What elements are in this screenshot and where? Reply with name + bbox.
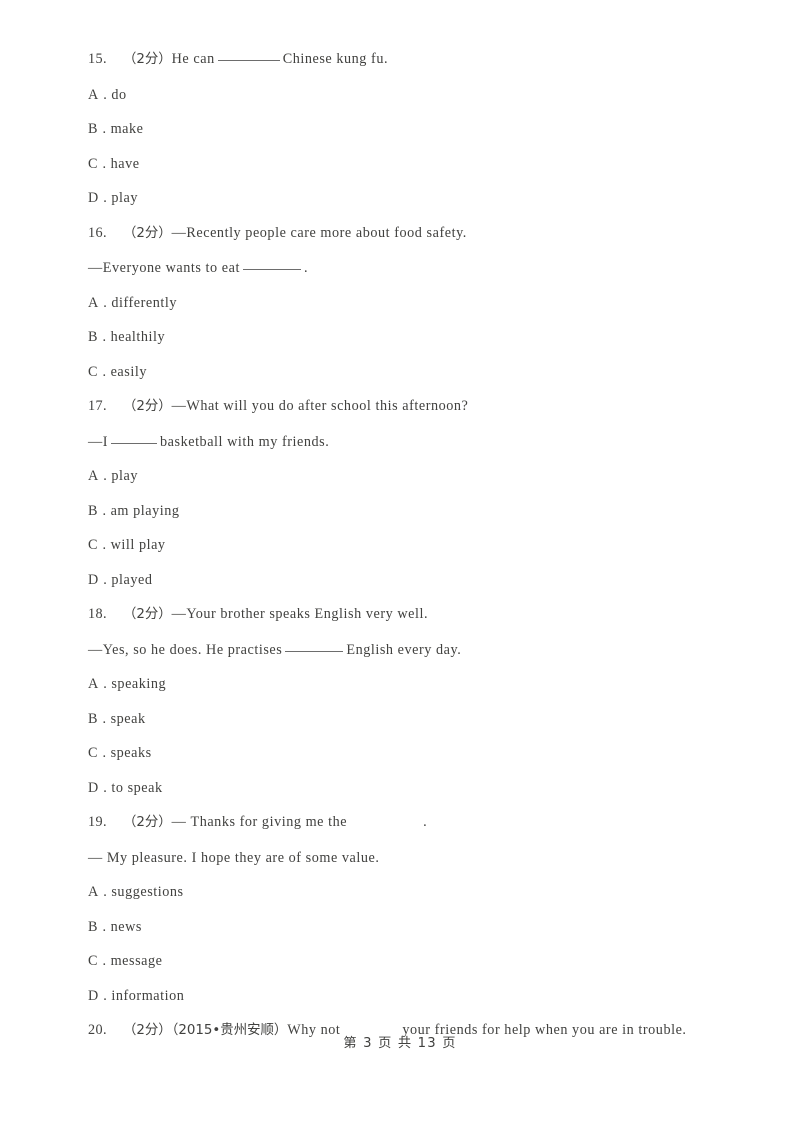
document-page: 15. （2分）He can Chinese kung fu. A. do B. mak… xyxy=(0,0,800,1132)
question-text-18-before: —Your brother speaks English very well. xyxy=(171,606,429,622)
question-stem-17-line2: —I basketball with my friends. xyxy=(88,425,768,460)
option-label: have xyxy=(110,155,140,172)
question-stem-16: 16. （2分）—Recently people care more about … xyxy=(88,216,768,252)
option-label: speaking xyxy=(111,676,167,692)
option-label: played xyxy=(111,571,153,588)
question-text-19-line2-before: — My pleasure. I hope they are of some v… xyxy=(88,849,380,866)
question-stem-17: 17. （2分）—What will you do after school th… xyxy=(88,389,768,425)
question-block-18: 18. （2分）—Your brother speaks English very… xyxy=(88,597,768,805)
option-15-B[interactable]: B. make xyxy=(88,112,768,147)
option-label: make xyxy=(110,121,144,137)
question-number-19: 19. xyxy=(88,814,107,830)
question-text-15-before: He can xyxy=(171,51,215,67)
option-label: speaks xyxy=(110,745,152,761)
option-17-B[interactable]: B. am playing xyxy=(88,494,768,529)
option-label: differently xyxy=(111,294,178,311)
option-16-B[interactable]: B. healthily xyxy=(88,320,768,355)
page-footer: 第 3 页 共 13 页 xyxy=(343,1036,457,1051)
question-text-16-before: —Recently people care more about food sa… xyxy=(171,224,467,241)
option-16-A[interactable]: A. differently xyxy=(88,286,768,321)
question-text-17-line2-after: basketball with my friends. xyxy=(160,433,330,450)
question-text-19-before: — Thanks for giving me the xyxy=(171,814,348,830)
question-text-18-line2-after: English every day. xyxy=(346,641,462,658)
option-15-A[interactable]: A. do xyxy=(88,78,768,113)
option-label: easily xyxy=(110,363,147,380)
question-number-17: 17. xyxy=(88,398,107,414)
option-label: will play xyxy=(110,537,166,553)
question-stem-19-line2: — My pleasure. I hope they are of some v… xyxy=(88,841,768,876)
question-score-15: （2分） xyxy=(122,52,172,67)
question-number-18: 18. xyxy=(88,606,107,622)
option-18-A[interactable]: A. speaking xyxy=(88,667,768,702)
option-17-A[interactable]: A. play xyxy=(88,459,768,494)
option-label: do xyxy=(111,86,127,103)
option-17-D[interactable]: D. played xyxy=(88,563,768,598)
option-17-C[interactable]: C. will play xyxy=(88,528,768,563)
question-score-19: （2分） xyxy=(122,815,172,830)
answer-blank-16[interactable] xyxy=(242,269,301,270)
question-stem-18-line2: —Yes, so he does. He practises English ev… xyxy=(88,633,768,668)
option-label: play xyxy=(111,468,138,484)
answer-blank-18[interactable] xyxy=(285,650,344,652)
question-text-15-after: Chinese kung fu. xyxy=(282,51,389,67)
option-19-D[interactable]: D. information xyxy=(88,979,768,1014)
option-label: news xyxy=(110,918,142,935)
question-text-17-before: —What will you do after school this afte… xyxy=(171,398,469,414)
option-label: am playing xyxy=(110,502,180,519)
option-label: suggestions xyxy=(111,884,184,900)
question-score-17: （2分） xyxy=(122,399,172,414)
question-block-16: 16. （2分）—Recently people care more about … xyxy=(88,216,768,390)
question-block-19: 19. （2分）— Thanks for giving me the. — My … xyxy=(88,805,768,1013)
option-18-C[interactable]: C. speaks xyxy=(88,736,768,771)
option-16-C[interactable]: C. easily xyxy=(88,355,768,390)
answer-blank-17[interactable] xyxy=(111,442,158,444)
question-number-16: 16. xyxy=(88,224,107,241)
option-label: play xyxy=(111,190,138,206)
question-text-18-line2-before: —Yes, so he does. He practises xyxy=(88,641,283,658)
option-label: to speak xyxy=(111,779,163,796)
question-stem-18: 18. （2分）—Your brother speaks English very… xyxy=(88,597,768,633)
question-block-17: 17. （2分）—What will you do after school th… xyxy=(88,389,768,597)
option-18-B[interactable]: B. speak xyxy=(88,702,768,737)
question-score-18: （2分） xyxy=(122,607,172,622)
option-15-D[interactable]: D. play xyxy=(88,181,768,216)
question-stem-19: 19. （2分）— Thanks for giving me the. xyxy=(88,805,768,841)
option-label: message xyxy=(110,953,163,969)
question-text-16-line2-before: —Everyone wants to eat xyxy=(88,260,240,276)
option-18-D[interactable]: D. to speak xyxy=(88,771,768,806)
option-label: information xyxy=(111,987,185,1004)
option-label: healthily xyxy=(110,329,166,345)
answer-blank-15[interactable] xyxy=(217,60,280,61)
question-block-15: 15. （2分）He can Chinese kung fu. A. do B. mak… xyxy=(88,42,768,216)
question-text-16-line2-after: . xyxy=(303,260,309,276)
option-15-C[interactable]: C. have xyxy=(88,147,768,182)
option-19-B[interactable]: B. news xyxy=(88,910,768,945)
question-text-19-after: . xyxy=(423,814,428,830)
question-stem-16-line2: —Everyone wants to eat. xyxy=(88,251,768,286)
option-19-C[interactable]: C. message xyxy=(88,944,768,979)
question-list: 15. （2分）He can Chinese kung fu. A. do B. mak… xyxy=(88,42,768,1049)
question-text-17-line2-before: —I xyxy=(88,433,109,450)
option-19-A[interactable]: A. suggestions xyxy=(88,875,768,910)
question-score-16: （2分） xyxy=(122,225,172,241)
option-label: speak xyxy=(110,710,146,727)
question-number-15: 15. xyxy=(88,51,107,67)
question-stem-15: 15. （2分）He can Chinese kung fu. xyxy=(88,42,768,78)
